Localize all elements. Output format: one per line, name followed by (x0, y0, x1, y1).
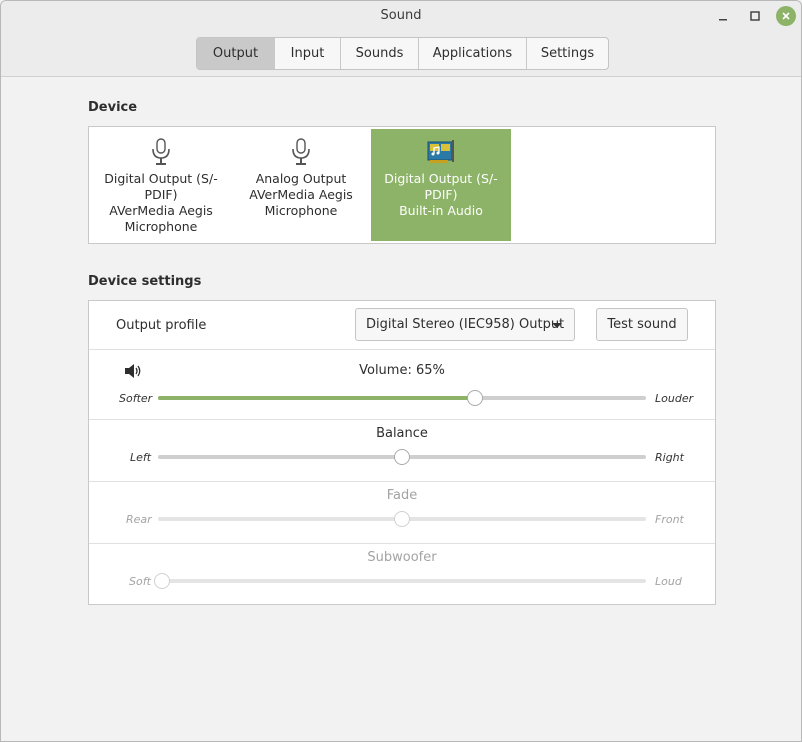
volume-row: Volume: 65% Softer Louder (89, 350, 715, 420)
output-profile-dropdown[interactable]: Digital Stereo (IEC958) Output (355, 308, 575, 341)
volume-fill (158, 396, 475, 400)
fade-rear-label: Rear (126, 513, 152, 526)
microphone-icon (152, 138, 170, 165)
microphone-icon (292, 138, 310, 165)
device-list: Digital Output (S/- PDIF) AVerMedia Aegi… (88, 126, 716, 244)
subwoofer-slider (154, 573, 646, 589)
device-settings-heading: Device settings (88, 274, 202, 289)
balance-title: Balance (376, 426, 428, 441)
window-title: Sound (380, 8, 422, 23)
device-heading: Device (88, 100, 138, 115)
subwoofer-min-label: Soft (129, 575, 151, 588)
maximize-icon (750, 11, 760, 21)
balance-right-label: Right (655, 451, 684, 464)
fade-slider (158, 511, 646, 527)
device-item-analog-avermedia[interactable]: Analog Output AVerMedia Aegis Microphone (231, 129, 371, 241)
device-settings-panel: Output profile Digital Stereo (IEC958) O… (88, 300, 716, 605)
chevron-down-icon (552, 323, 562, 328)
tab-applications[interactable]: Applications (418, 38, 526, 69)
fade-handle (394, 511, 410, 527)
volume-max-label: Louder (655, 392, 694, 405)
output-profile-row: Output profile Digital Stereo (IEC958) O… (89, 301, 715, 350)
subwoofer-title: Subwoofer (367, 550, 437, 565)
balance-handle[interactable] (394, 449, 410, 465)
close-icon (782, 12, 790, 20)
balance-left-label: Left (130, 451, 152, 464)
subwoofer-row: Subwoofer Soft Loud (89, 544, 715, 604)
fade-title: Fade (386, 488, 418, 503)
minimize-button[interactable] (713, 6, 733, 26)
test-sound-button[interactable]: Test sound (596, 308, 688, 341)
device-label: Digital Output (S/- PDIF) Built-in Audio (384, 171, 498, 218)
volume-handle[interactable] (467, 390, 483, 406)
fade-row: Fade Rear Front (89, 482, 715, 544)
fade-front-label: Front (655, 513, 684, 526)
minimize-icon (719, 19, 727, 21)
titlebar: Sound Output Input Sounds Applications S… (1, 1, 801, 77)
device-label: Analog Output AVerMedia Aegis Microphone (249, 171, 353, 218)
device-item-digital-builtin[interactable]: Digital Output (S/- PDIF) Built-in Audio (371, 129, 511, 241)
maximize-button[interactable] (745, 6, 765, 26)
volume-slider[interactable] (158, 390, 646, 406)
subwoofer-max-label: Loud (655, 575, 682, 588)
tab-settings[interactable]: Settings (526, 38, 608, 69)
output-profile-value: Digital Stereo (IEC958) Output (366, 317, 565, 332)
balance-row: Balance Left Right (89, 420, 715, 482)
volume-title: Volume: 65% (359, 363, 445, 378)
output-profile-label: Output profile (116, 318, 207, 333)
tab-output[interactable]: Output (197, 38, 274, 69)
sound-window: Sound Output Input Sounds Applications S… (0, 0, 802, 742)
device-item-digital-avermedia[interactable]: Digital Output (S/- PDIF) AVerMedia Aegi… (91, 129, 231, 241)
subwoofer-handle (154, 573, 170, 589)
sound-card-icon (427, 140, 454, 163)
tab-bar: Output Input Sounds Applications Setting… (196, 37, 609, 70)
volume-min-label: Softer (119, 392, 153, 405)
balance-slider[interactable] (158, 449, 646, 465)
tab-sounds[interactable]: Sounds (340, 38, 418, 69)
tab-input[interactable]: Input (274, 38, 340, 69)
close-button[interactable] (776, 6, 796, 26)
device-label: Digital Output (S/- PDIF) AVerMedia Aegi… (104, 171, 218, 234)
